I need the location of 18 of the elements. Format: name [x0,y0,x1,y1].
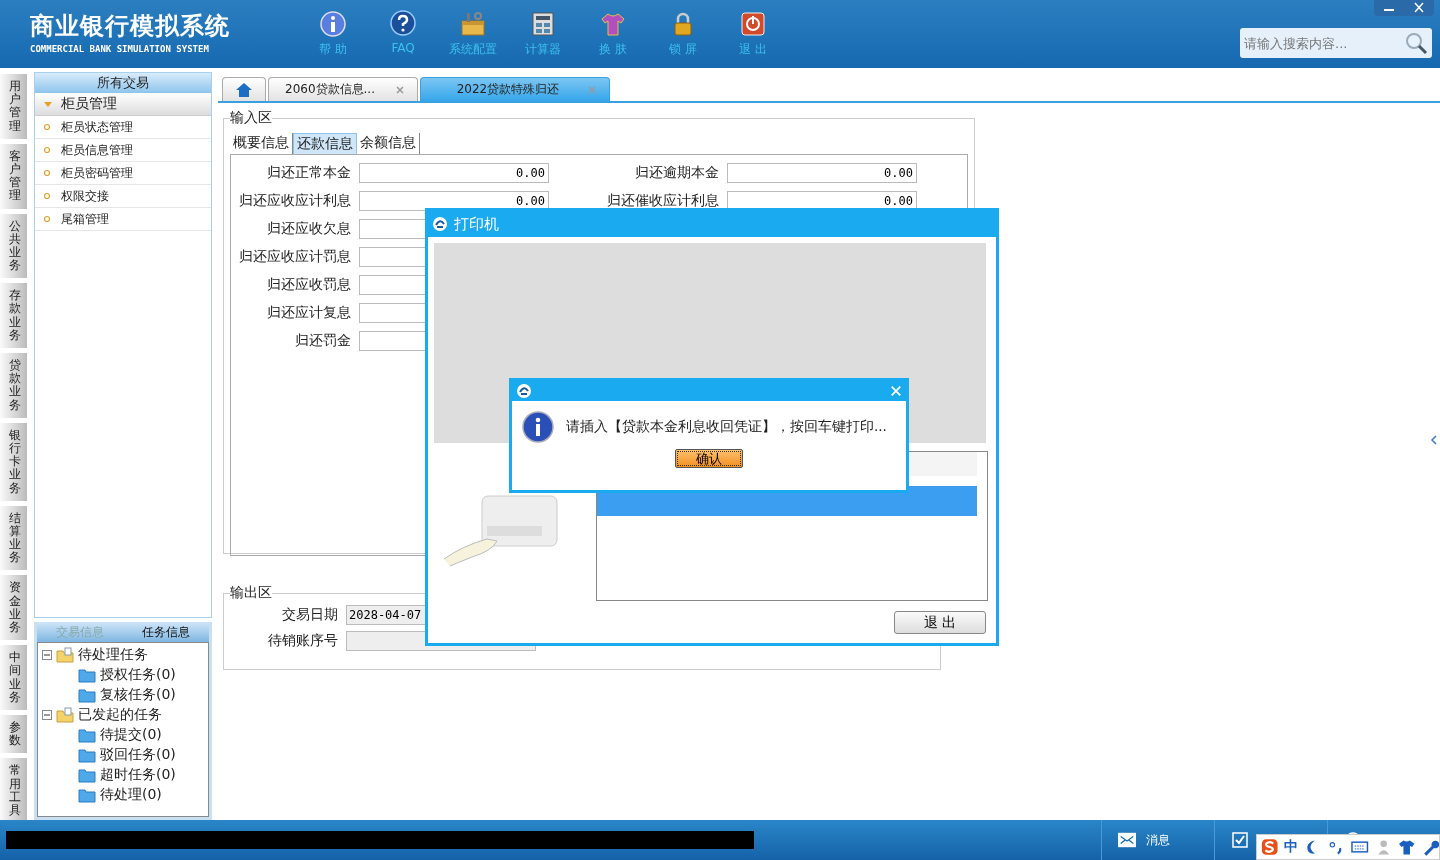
field-label: 交易日期 [281,606,338,624]
dialog-title: 打印机 [454,214,499,234]
field-label: 归还催收应计利息 [606,192,719,210]
field-label: 归还应收应计罚息 [238,248,351,266]
field-label: 归还应收欠息 [266,220,351,238]
field-label: 归还正常本金 [266,164,351,182]
field-label: 归还逾期本金 [634,164,719,182]
section-title: 输入区 [230,109,272,127]
message-text: 请插入【贷款本金利息收回凭证】，按回车键打印... [566,418,887,436]
field-label: 归还应计复息 [266,304,351,322]
app-subtitle: COMMERCIAL BANK SIMULATION SYSTEM [30,44,210,54]
section-title: 输出区 [230,584,272,602]
panel-header: 所有交易 [35,73,211,93]
app-title: 商业银行模拟系统 [30,11,231,42]
field-label: 归还罚金 [294,332,351,350]
field-label: 归还应收应计利息 [238,192,351,210]
field-label: 归还应收罚息 [266,276,351,294]
field-label: 待销账序号 [267,632,338,650]
